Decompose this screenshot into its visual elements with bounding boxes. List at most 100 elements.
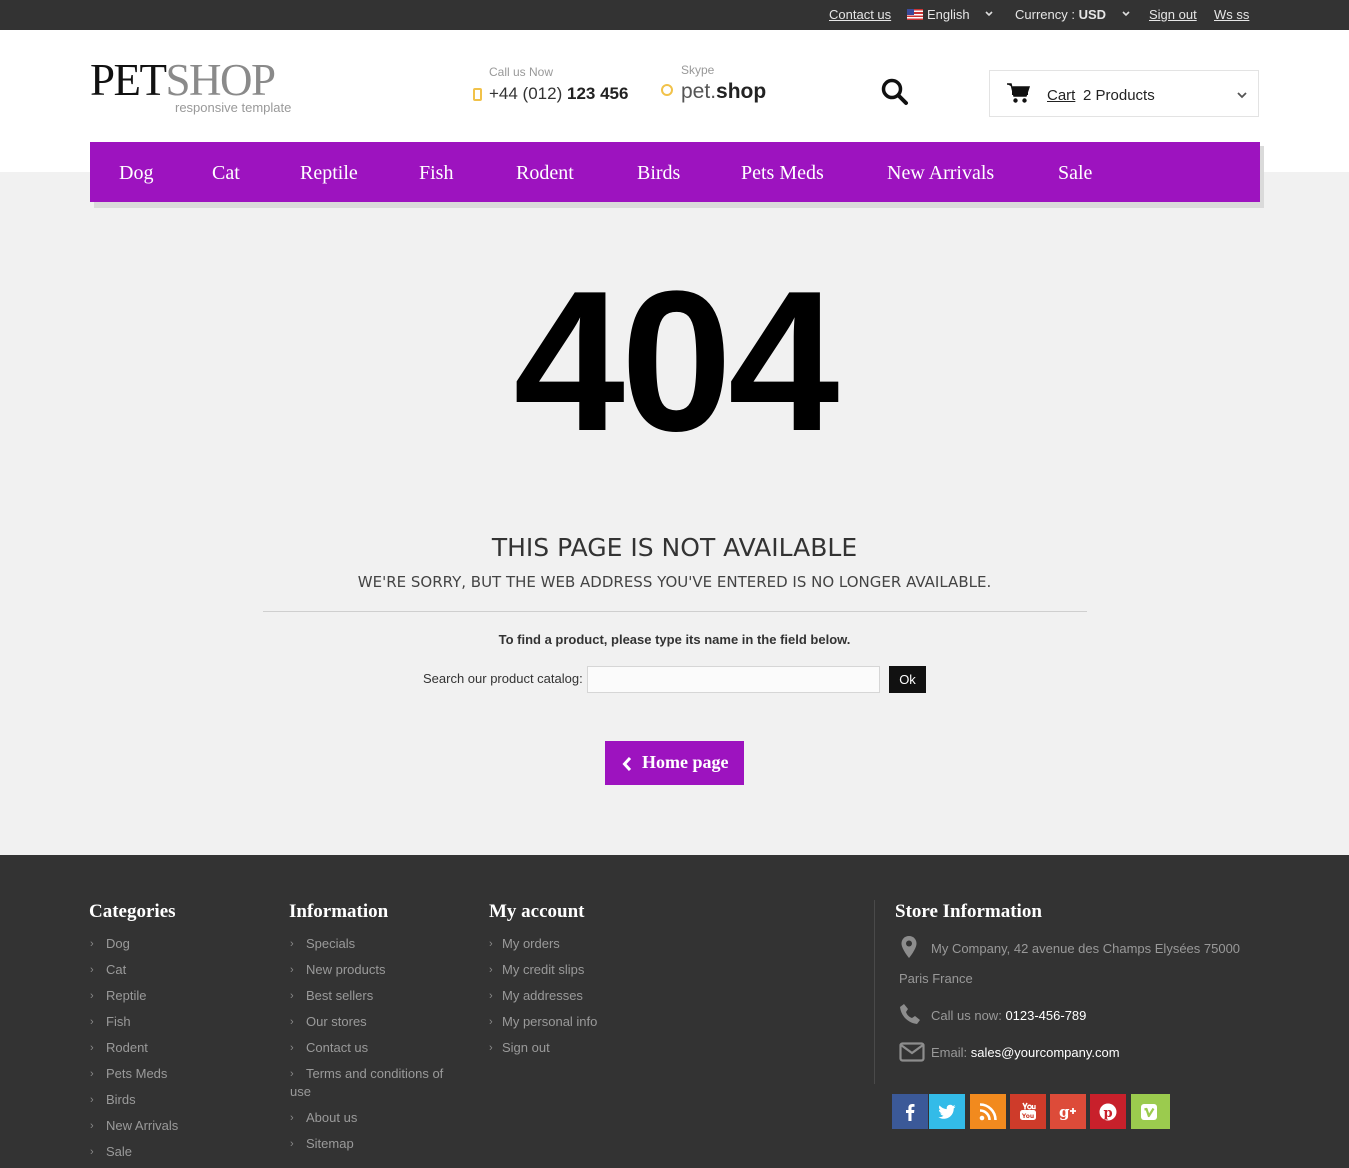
rss-button[interactable]	[970, 1094, 1006, 1129]
footer-account-title: My account	[489, 901, 585, 922]
chevron-right-icon: ›	[489, 938, 493, 950]
footer-link-label: Sitemap	[306, 1136, 354, 1151]
nav-item-cat[interactable]: Cat	[212, 161, 240, 185]
chevron-right-icon: ›	[290, 938, 294, 950]
footer-account-link[interactable]: › My personal info	[489, 1013, 597, 1031]
store-email-value[interactable]: sales@yourcompany.com	[971, 1045, 1120, 1060]
footer-account-link[interactable]: › Sign out	[489, 1039, 550, 1057]
nav-item-birds[interactable]: Birds	[637, 161, 680, 185]
footer-link-label: Rodent	[106, 1040, 148, 1055]
footer-link-label: Terms and conditions of	[306, 1066, 444, 1081]
chevron-right-icon: ›	[90, 1042, 94, 1054]
footer-information-link[interactable]: › Contact us	[290, 1039, 368, 1057]
footer-information-link[interactable]: › New products	[290, 961, 385, 979]
footer-link-label: Our stores	[306, 1014, 367, 1029]
footer-category-link[interactable]: › Birds	[90, 1091, 136, 1109]
map-pin-icon	[901, 936, 917, 958]
cart-count: 2 Products	[1083, 87, 1155, 104]
footer-account-link[interactable]: › My credit slips	[489, 961, 584, 979]
vimeo-icon	[1141, 1104, 1157, 1120]
chevron-left-icon	[622, 757, 632, 771]
footer-information-link[interactable]: › Terms and conditions of	[290, 1065, 444, 1083]
call-prefix: +44 (012)	[489, 84, 563, 103]
nav-item-new-arrivals[interactable]: New Arrivals	[887, 161, 994, 185]
logo-dark-text: PET	[90, 55, 167, 105]
footer-category-link[interactable]: › Pets Meds	[90, 1065, 167, 1083]
call-number: +44 (012) 123 456	[489, 84, 628, 104]
footer-store-title: Store Information	[895, 901, 1042, 922]
search-icon[interactable]	[880, 77, 910, 107]
skype-name: pet.shop	[681, 80, 766, 104]
chevron-right-icon: ›	[290, 964, 294, 976]
language-selector[interactable]: English	[907, 7, 970, 23]
twitter-button[interactable]	[929, 1094, 965, 1129]
facebook-button[interactable]	[892, 1094, 928, 1129]
footer-category-link[interactable]: › Sale	[90, 1143, 132, 1161]
footer-category-link[interactable]: › Rodent	[90, 1039, 148, 1057]
google-plus-button[interactable]: g	[1050, 1094, 1086, 1129]
pinterest-button[interactable]: p	[1090, 1094, 1126, 1129]
chevron-right-icon: ›	[290, 1068, 294, 1080]
youtube-button[interactable]: You	[1010, 1094, 1046, 1129]
footer-link-label: Fish	[106, 1014, 131, 1029]
footer-link-label: Sign out	[502, 1040, 550, 1055]
footer-category-link[interactable]: › New Arrivals	[90, 1117, 179, 1135]
chevron-down-icon[interactable]	[1121, 8, 1131, 20]
phone-icon	[900, 1004, 920, 1024]
store-phone-value: 0123-456-789	[1005, 1008, 1087, 1023]
skype-icon	[661, 84, 673, 96]
footer-link-label: Best sellers	[306, 988, 374, 1003]
nav-item-fish[interactable]: Fish	[419, 161, 453, 185]
currency-label: Currency :	[1015, 7, 1075, 22]
google-plus-icon: g	[1059, 1103, 1076, 1121]
nav-item-rodent[interactable]: Rodent	[516, 161, 574, 185]
footer-information-link[interactable]: › Specials	[290, 935, 355, 953]
contact-us-link[interactable]: Contact us	[829, 7, 891, 23]
cart-label[interactable]: Cart	[1047, 87, 1075, 104]
logo-tagline: responsive template	[175, 100, 292, 115]
nav-item-pets-meds[interactable]: Pets Meds	[741, 161, 824, 185]
envelope-icon	[899, 1042, 925, 1062]
svg-text:p: p	[1103, 1106, 1112, 1121]
mobile-phone-icon	[473, 88, 482, 101]
footer-information-link[interactable]: › Our stores	[290, 1013, 367, 1031]
cart-dropdown[interactable]: Cart 2 Products	[989, 70, 1259, 117]
footer-information-link[interactable]: › Sitemap	[290, 1135, 354, 1153]
user-account-link[interactable]: Ws ss	[1214, 7, 1249, 23]
nav-item-reptile[interactable]: Reptile	[300, 161, 358, 185]
footer-link-label: Cat	[106, 962, 127, 977]
call-label: Call us Now	[489, 65, 554, 79]
main-nav: Dog Cat Reptile Fish Rodent Birds Pets M…	[90, 142, 1260, 202]
footer-category-link[interactable]: › Dog	[90, 935, 130, 953]
footer-category-link[interactable]: › Cat	[90, 961, 127, 979]
footer-account-link[interactable]: › My addresses	[489, 987, 583, 1005]
footer-information-link-continued[interactable]: use	[290, 1083, 311, 1101]
footer-information-link[interactable]: › Best sellers	[290, 987, 374, 1005]
svg-text:g: g	[1059, 1103, 1070, 1121]
skype-name-bold: shop	[716, 80, 767, 103]
footer-information-title: Information	[289, 901, 389, 922]
rss-icon	[979, 1103, 997, 1121]
footer-account-link[interactable]: › My orders	[489, 935, 560, 953]
sign-out-link[interactable]: Sign out	[1149, 7, 1197, 23]
footer-category-link[interactable]: › Fish	[90, 1013, 131, 1031]
logo[interactable]: PETSHOP	[90, 55, 276, 105]
footer-link-label: New Arrivals	[106, 1118, 179, 1133]
store-email: Email: sales@yourcompany.com	[931, 1038, 1120, 1068]
footer-link-label: Dog	[106, 936, 130, 951]
chevron-right-icon: ›	[90, 1094, 94, 1106]
chevron-down-icon[interactable]	[984, 8, 994, 20]
nav-item-sale[interactable]: Sale	[1058, 161, 1092, 185]
home-page-button[interactable]: Home page	[605, 741, 744, 785]
chevron-right-icon: ›	[90, 964, 94, 976]
page-title: THIS PAGE IS NOT AVAILABLE	[491, 533, 858, 562]
nav-item-dog[interactable]: Dog	[119, 161, 153, 185]
product-search-input[interactable]	[587, 666, 880, 693]
vimeo-button[interactable]	[1131, 1094, 1170, 1129]
currency-selector[interactable]: Currency : USD	[1015, 7, 1106, 23]
ok-button[interactable]: Ok	[889, 666, 926, 693]
footer-category-link[interactable]: › Reptile	[90, 987, 146, 1005]
chevron-right-icon: ›	[90, 1120, 94, 1132]
chevron-right-icon: ›	[290, 1112, 294, 1124]
footer-information-link[interactable]: › About us	[290, 1109, 357, 1127]
